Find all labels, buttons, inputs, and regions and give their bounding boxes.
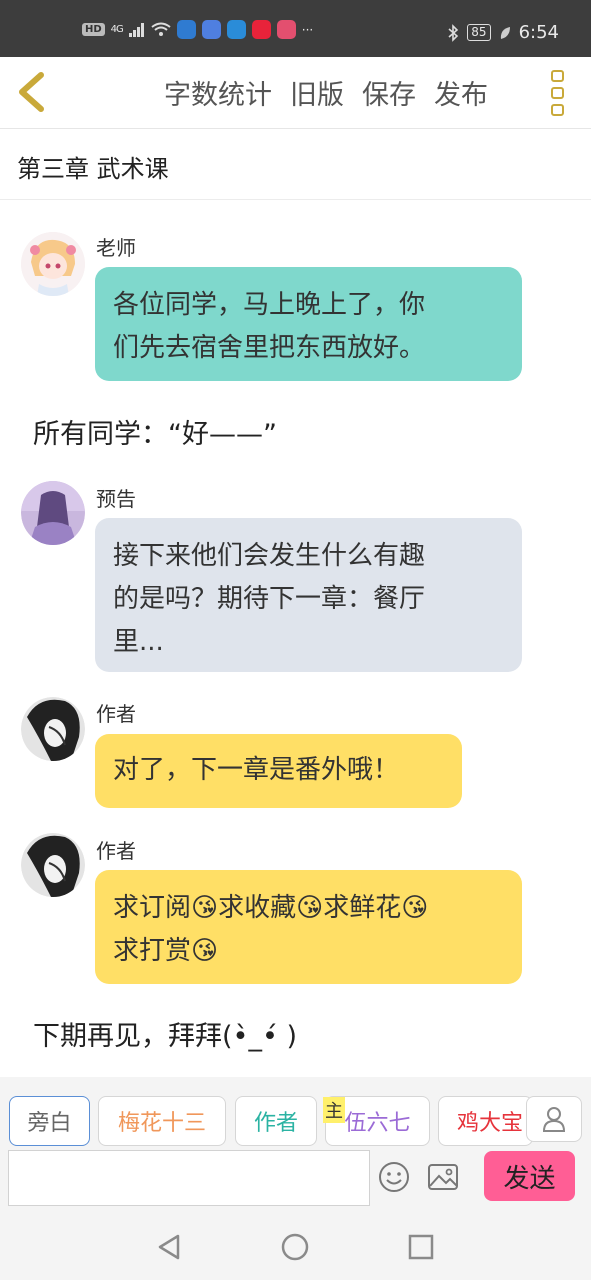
bluetooth-icon [448, 23, 459, 42]
music-app-icon [201, 20, 221, 39]
hd-badge: HD [82, 23, 105, 36]
avatar-author[interactable] [21, 833, 85, 897]
speaker-name: 作者 [96, 702, 136, 726]
chapter-header: 第三章 武术课 [0, 130, 591, 200]
message-line: 求打赏😘 [113, 936, 219, 966]
role-chip-jidabao[interactable]: 鸡大宝 [438, 1096, 533, 1146]
user-icon[interactable] [526, 1096, 582, 1142]
avatar-teacher[interactable] [21, 232, 85, 296]
word-count-button[interactable]: 字数统计 [164, 73, 272, 112]
image-icon[interactable] [427, 1162, 459, 1192]
message-line: 求订阅😘求收藏😘求鲜花😘 [113, 893, 429, 923]
role-chip-narrator[interactable]: 旁白 [9, 1096, 90, 1146]
app-notification-icon [226, 20, 246, 39]
role-selector-bar: 旁白 梅花十三 作者 伍六七 主 鸡大宝 [0, 1077, 591, 1149]
leaf-icon [500, 26, 510, 39]
speaker-name: 老师 [96, 236, 136, 260]
video-app-icon [251, 20, 271, 39]
wifi-icon [151, 22, 171, 36]
system-nav-bar [0, 1207, 591, 1280]
send-button[interactable]: 发送 [484, 1151, 575, 1201]
reader-app-icon [276, 20, 296, 39]
composer: 发送 [0, 1149, 591, 1207]
status-right: 85 6:54 [447, 22, 559, 43]
host-badge: 主 [323, 1097, 345, 1123]
home-circle-icon[interactable] [281, 1233, 309, 1261]
chevron-left-icon[interactable] [14, 69, 54, 115]
app-notification-icon [176, 20, 196, 39]
toolbar-actions: 字数统计 旧版 保存 发布 [164, 73, 488, 112]
message-line: 各位同学，马上晚上了，你 [113, 290, 426, 320]
battery-indicator: 85 [467, 24, 491, 41]
speaker-name: 预告 [96, 487, 136, 511]
recents-square-icon[interactable] [408, 1234, 434, 1260]
network-type: 4G [110, 24, 124, 35]
message-input[interactable] [8, 1150, 370, 1206]
message-bubble[interactable]: 接下来他们会发生什么有趣 的是吗？期待下一章：餐厅 里... [95, 518, 522, 672]
signal-icon [128, 22, 144, 37]
message-line: 接下来他们会发生什么有趣 [113, 541, 426, 571]
role-chip-meihua[interactable]: 梅花十三 [98, 1096, 226, 1146]
role-chip-author[interactable]: 作者 [235, 1096, 317, 1146]
publish-button[interactable]: 发布 [434, 73, 488, 112]
status-left: HD 4G ··· [82, 20, 313, 39]
back-triangle-icon[interactable] [156, 1233, 182, 1261]
clock: 6:54 [518, 22, 559, 43]
more-menu-icon[interactable] [551, 70, 565, 116]
message-line: 对了，下一章是番外哦！ [113, 755, 400, 785]
message-line: 们先去宿舍里把东西放好。 [113, 333, 426, 363]
avatar-preview[interactable] [21, 481, 85, 545]
avatar-author[interactable] [21, 697, 85, 761]
narration-text[interactable]: 下期再见，拜拜(•̀_•́ ) [33, 1014, 297, 1053]
chapter-title[interactable]: 第三章 武术课 [17, 149, 169, 184]
message-bubble[interactable]: 求订阅😘求收藏😘求鲜花😘 求打赏😘 [95, 870, 522, 984]
more-notifications: ··· [301, 22, 314, 37]
message-line: 的是吗？期待下一章：餐厅 [113, 584, 426, 614]
message-bubble[interactable]: 各位同学，马上晚上了，你 们先去宿舍里把东西放好。 [95, 267, 522, 381]
narration-text[interactable]: 所有同学：“好——” [33, 412, 277, 451]
speaker-name: 作者 [96, 839, 136, 863]
status-bar: HD 4G ··· 85 6:54 [0, 0, 591, 57]
old-version-button[interactable]: 旧版 [290, 73, 344, 112]
save-button[interactable]: 保存 [362, 73, 416, 112]
message-line: 里... [113, 627, 164, 657]
editor-toolbar: 字数统计 旧版 保存 发布 [0, 57, 591, 129]
smiley-icon[interactable] [378, 1161, 410, 1193]
message-bubble[interactable]: 对了，下一章是番外哦！ [95, 734, 462, 808]
